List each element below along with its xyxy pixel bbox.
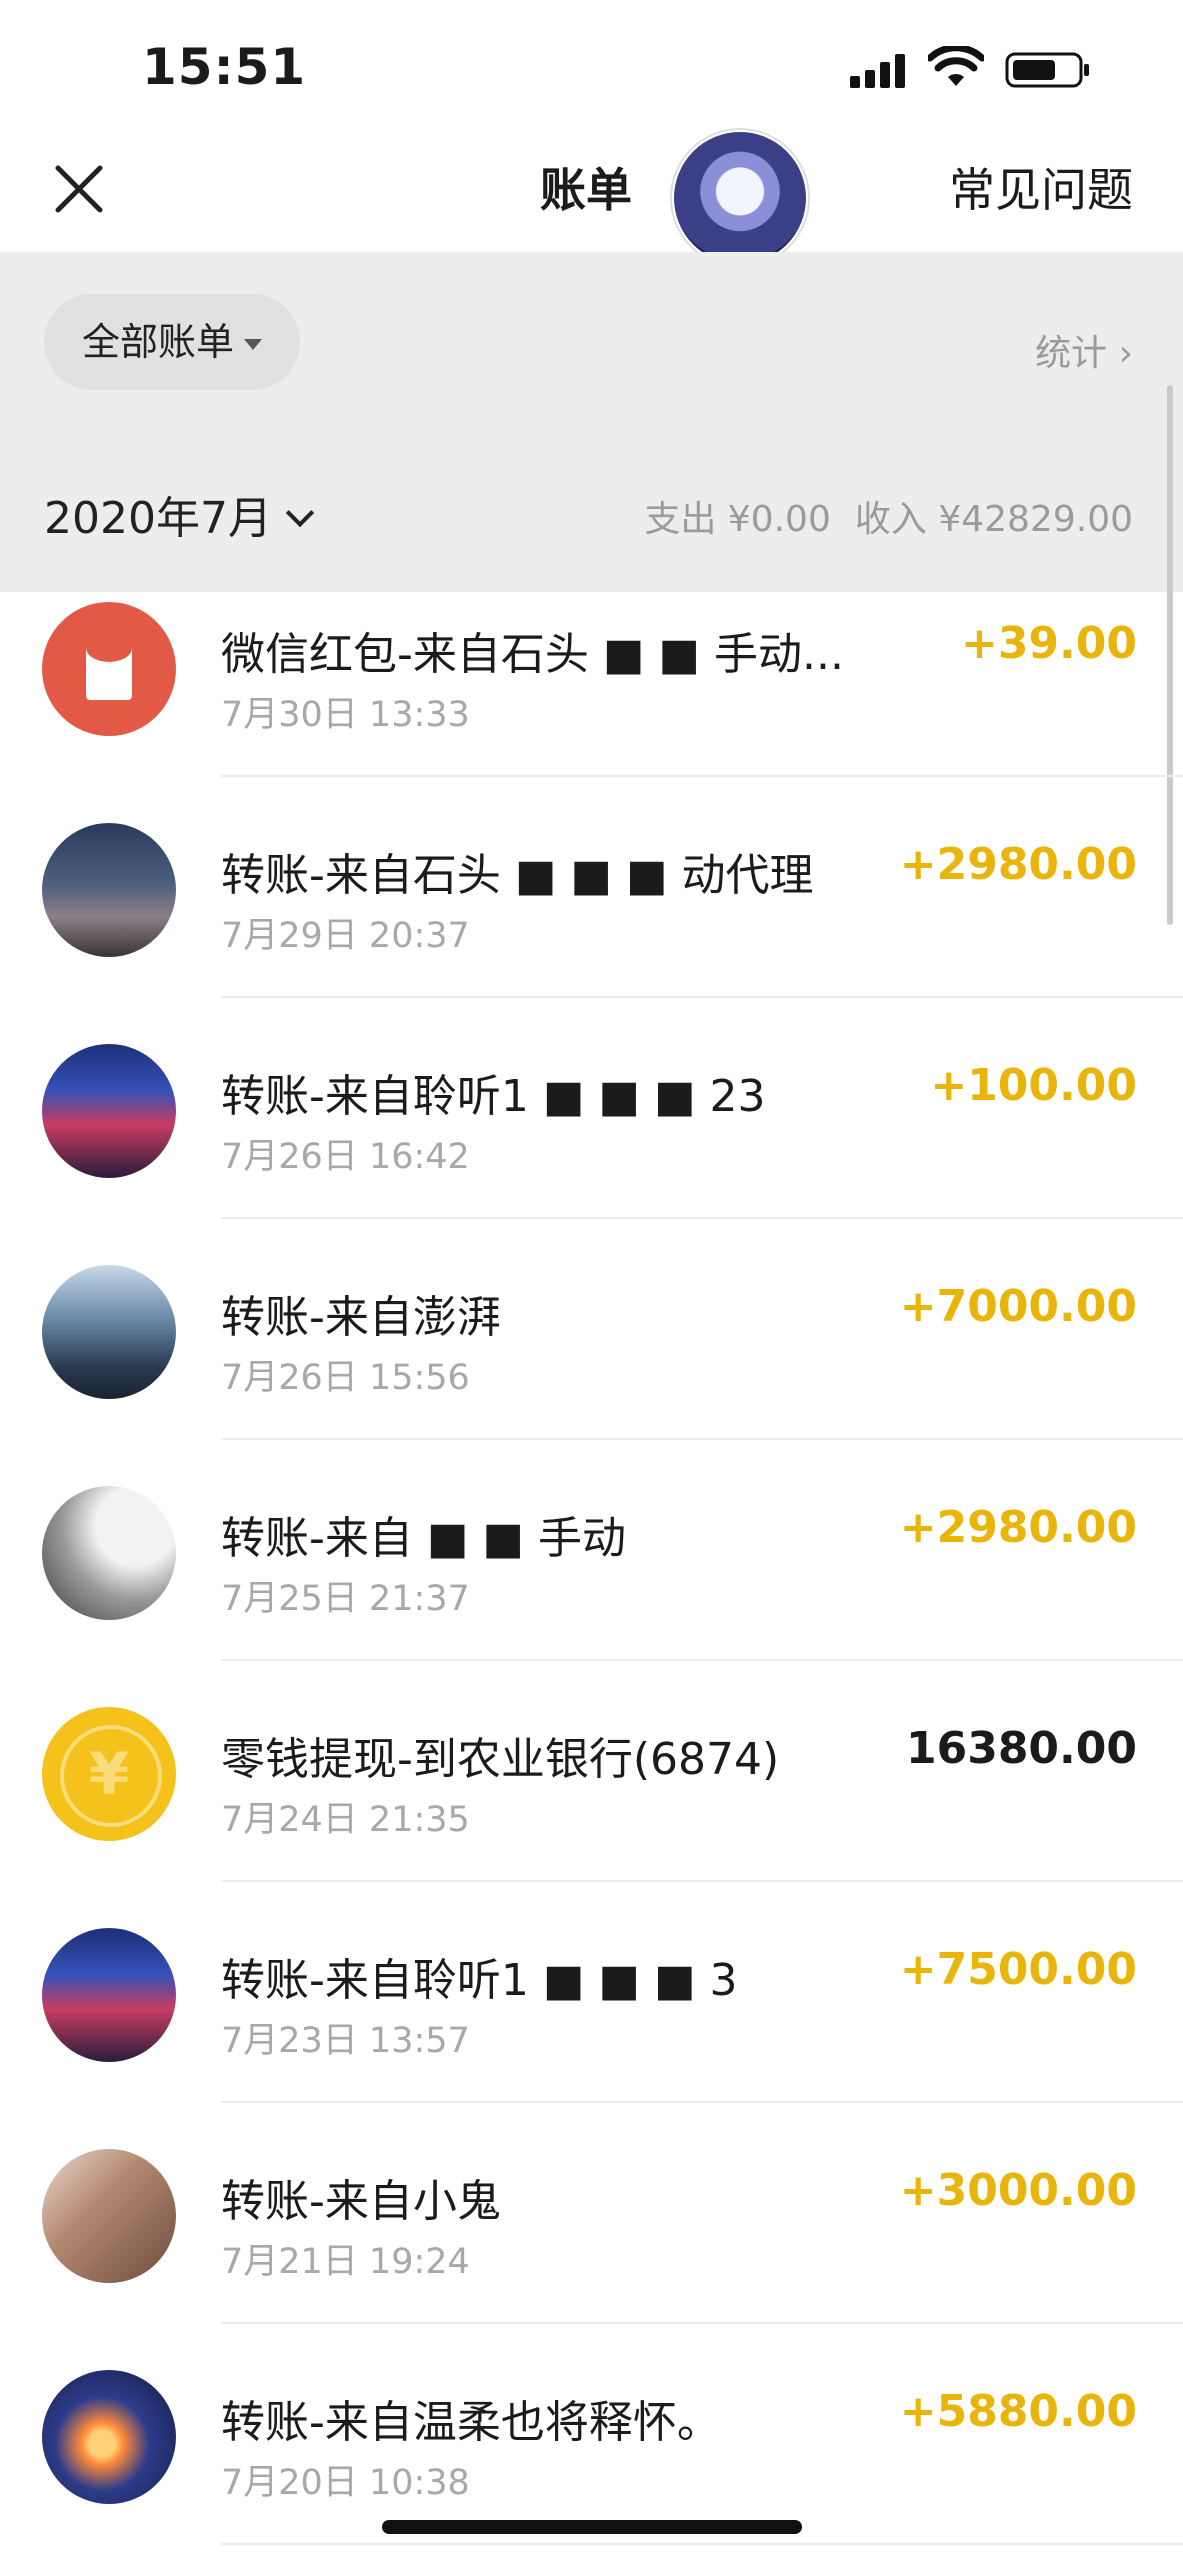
caret-down-icon [244,339,262,350]
transaction-date: 7月26日 16:42 [221,1137,470,1177]
transaction-amount: +39.00 [960,618,1137,669]
all-bills-filter-button[interactable]: 全部账单 [44,294,300,390]
transaction-title: 转账-来自温柔也将释怀。 [221,2397,721,2448]
month-selector[interactable]: 2020年7月 [44,482,315,546]
contact-avatar [42,1486,176,1620]
cellular-signal-icon [850,54,905,88]
transaction-amount: +3000.00 [899,2165,1137,2216]
transaction-amount: +2980.00 [899,1502,1137,1553]
month-summary: 支出 ¥0.00 收入 ¥42829.00 [620,490,1133,542]
transaction-date: 7月20日 10:38 [221,2463,470,2503]
transaction-date: 7月23日 13:57 [221,2021,470,2061]
close-icon[interactable] [50,160,108,218]
row-divider [221,2543,1183,2545]
transaction-date: 7月30日 13:33 [221,695,470,735]
expense-total: 支出 ¥0.00 [644,499,831,540]
transaction-title: 转账-来自小鬼 [221,2176,501,2227]
contact-avatar [42,1265,176,1399]
stats-link[interactable]: 统计 › [1035,324,1133,376]
page-title: 账单 [540,163,632,217]
transaction-date: 7月25日 21:37 [221,1579,470,1619]
transaction-title: 转账-来自 ■ ■ 手动 [221,1513,626,1564]
nav-bar: 账单 常见问题 [0,130,1183,266]
home-indicator[interactable] [382,2520,802,2534]
transaction-title: 转账-来自聆听1 ■ ■ ■ 3 [221,1955,738,2006]
transaction-date: 7月29日 20:37 [221,916,470,956]
transaction-amount: +5880.00 [899,2386,1137,2437]
transaction-amount: +7000.00 [899,1281,1137,1332]
mascot-avatar [672,130,808,266]
transaction-row[interactable]: 转账-来自聆听1 ■ ■ ■ 23 7月26日 16:42 +100.00 [0,998,1183,1219]
transaction-row[interactable]: 转账-来自石头 ■ ■ ■ 动代理 7月29日 20:37 +2980.00 [0,777,1183,998]
transaction-date: 7月26日 15:56 [221,1358,470,1398]
contact-avatar [42,823,176,957]
transaction-title: 微信红包-来自石头 ■ ■ 手动... [221,629,844,680]
transaction-row[interactable]: 转账-来自温柔也将释怀。 7月20日 10:38 +5880.00 [0,2324,1183,2545]
transaction-title: 零钱提现-到农业银行(6874) [221,1734,780,1785]
all-bills-label: 全部账单 [81,320,234,364]
status-time: 15:51 [142,38,307,96]
red-packet-icon [42,602,176,736]
income-total: 收入 ¥42829.00 [854,499,1133,540]
contact-avatar [42,1044,176,1178]
transaction-row[interactable]: ¥ 零钱提现-到农业银行(6874) 7月24日 21:35 16380.00 [0,1661,1183,1882]
transaction-title: 转账-来自石头 ■ ■ ■ 动代理 [221,850,814,901]
transaction-row[interactable]: 微信红包-来自石头 ■ ■ 手动... 7月30日 13:33 +39.00 [0,556,1183,777]
yen-coin-icon: ¥ [42,1707,176,1841]
transaction-row[interactable]: 转账-来自聆听1 ■ ■ ■ 3 7月23日 13:57 +7500.00 [0,1882,1183,2103]
chevron-down-icon [285,498,315,528]
filter-area: 全部账单 统计 › 2020年7月 支出 ¥0.00 收入 ¥42829.00 [0,252,1183,592]
transaction-row[interactable]: 转账-来自 ■ ■ 手动 7月25日 21:37 +2980.00 [0,1440,1183,1661]
transaction-amount: +7500.00 [899,1944,1137,1995]
month-label: 2020年7月 [44,493,272,544]
transaction-row[interactable]: 转账-来自小鬼 7月21日 19:24 +3000.00 [0,2103,1183,2324]
contact-avatar [42,2370,176,2504]
transaction-title: 转账-来自聆听1 ■ ■ ■ 23 [221,1071,766,1122]
transaction-title: 转账-来自澎湃 [221,1292,501,1343]
status-bar: 15:51 [0,0,1183,130]
transaction-amount: 16380.00 [905,1723,1137,1774]
contact-avatar [42,2149,176,2283]
faq-link[interactable]: 常见问题 [949,160,1133,220]
wifi-icon [928,46,984,86]
transaction-amount: +100.00 [930,1060,1137,1111]
transaction-list: 微信红包-来自石头 ■ ■ 手动... 7月30日 13:33 +39.00 转… [0,592,1183,2545]
contact-avatar [42,1928,176,2062]
transaction-date: 7月21日 19:24 [221,2242,470,2282]
transaction-date: 7月24日 21:35 [221,1800,470,1840]
transaction-amount: +2980.00 [899,839,1137,890]
transaction-row[interactable]: 转账-来自澎湃 7月26日 15:56 +7000.00 [0,1219,1183,1440]
battery-icon [1005,52,1089,88]
